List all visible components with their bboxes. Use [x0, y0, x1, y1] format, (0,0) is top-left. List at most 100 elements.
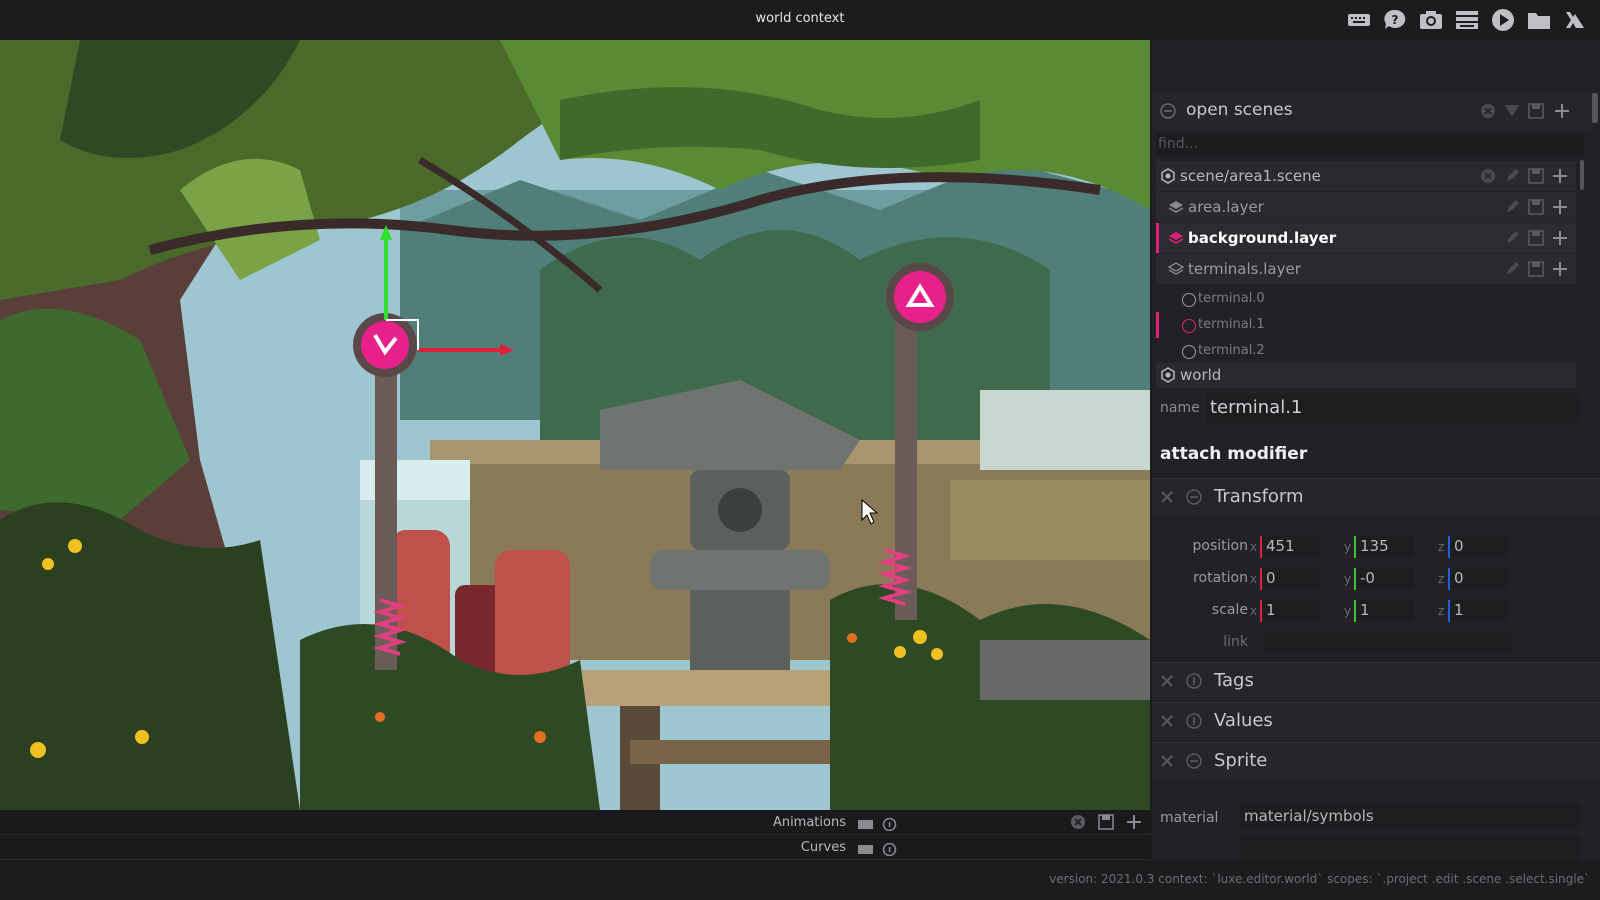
add-icon[interactable] [1552, 168, 1568, 184]
sprite-modifier-header[interactable]: Sprite [1152, 742, 1600, 780]
position-label: position [1192, 538, 1248, 554]
add-icon[interactable] [1552, 230, 1568, 246]
tree-item-label: world [1180, 366, 1222, 384]
save-icon[interactable] [1098, 814, 1114, 830]
scale-row: scale x 1 y 1 z 1 [1152, 596, 1600, 626]
scale-z-field[interactable]: 1 [1448, 600, 1508, 622]
info-icon[interactable] [1186, 673, 1202, 689]
remove-modifier-icon[interactable] [1160, 753, 1174, 767]
remove-modifier-icon[interactable] [1160, 673, 1174, 687]
sprite-property-field[interactable] [1240, 836, 1580, 860]
terminal-1-sprite[interactable] [353, 313, 417, 377]
close-circle-icon[interactable] [1070, 814, 1086, 830]
add-icon[interactable] [1552, 199, 1568, 215]
material-field[interactable]: material/symbols [1240, 804, 1580, 830]
tree-scrollbar[interactable] [1580, 160, 1584, 190]
axis-x-label: x [1250, 572, 1258, 586]
tree-item-label: terminals.layer [1188, 260, 1301, 278]
rotation-y-field[interactable]: -0 [1354, 568, 1414, 590]
save-icon[interactable] [1528, 103, 1544, 119]
save-icon[interactable] [1528, 261, 1544, 277]
save-icon[interactable] [1528, 230, 1544, 246]
entity-label: terminal.2 [1198, 343, 1265, 358]
save-icon[interactable] [1528, 199, 1544, 215]
entity-item-terminal-1[interactable]: terminal.1 [1156, 312, 1576, 338]
filter-icon[interactable] [1504, 103, 1520, 119]
entity-item-terminal-0[interactable]: terminal.0 [1156, 286, 1576, 312]
position-x-field[interactable]: 451 [1260, 536, 1320, 558]
camera-icon[interactable] [1418, 8, 1444, 32]
position-y-field[interactable]: 135 [1354, 536, 1414, 558]
entity-item-terminal-2[interactable]: terminal.2 [1156, 338, 1576, 364]
attach-modifier-heading[interactable]: attach modifier [1160, 444, 1307, 464]
remove-modifier-icon[interactable] [1160, 489, 1174, 503]
title-bar: world context ? [0, 0, 1600, 40]
timeline-label: Animations [772, 815, 846, 830]
tree-item-area-layer[interactable]: area.layer [1156, 192, 1576, 222]
link-field[interactable] [1264, 632, 1512, 654]
edit-icon[interactable] [1504, 199, 1520, 215]
svg-text:?: ? [1392, 13, 1399, 27]
info-icon[interactable] [882, 816, 897, 832]
add-icon[interactable] [1552, 261, 1568, 277]
inspector-panel: open scenes find... scene/area1.scene ar… [1152, 40, 1600, 860]
close-circle-icon[interactable] [1480, 168, 1496, 184]
scene-viewport[interactable] [0, 40, 1150, 810]
timeline-row-curves[interactable]: Curves [0, 835, 1150, 860]
rotation-x-field[interactable]: 0 [1260, 568, 1320, 590]
selection-indicator [1156, 312, 1159, 338]
add-icon[interactable] [1554, 103, 1570, 119]
status-bar: version: 2021.0.3 context: `luxe.editor.… [0, 860, 1600, 900]
scrollbar[interactable] [1592, 93, 1598, 123]
scale-x-field[interactable]: 1 [1260, 600, 1320, 622]
play-icon[interactable] [1490, 8, 1516, 32]
help-icon[interactable]: ? [1382, 8, 1408, 32]
modifier-title: Transform [1214, 486, 1304, 507]
position-z-field[interactable]: 0 [1448, 536, 1508, 558]
tree-item-label: background.layer [1188, 229, 1337, 247]
axis-y-label: y [1344, 604, 1352, 618]
name-input[interactable]: terminal.1 [1206, 393, 1580, 423]
tree-item-scene[interactable]: scene/area1.scene [1156, 161, 1576, 191]
luxe-logo-icon[interactable] [1562, 8, 1588, 32]
tree-item-background-layer[interactable]: background.layer [1156, 223, 1576, 253]
collapse-icon[interactable] [1160, 103, 1176, 119]
info-icon[interactable] [1186, 713, 1202, 729]
scene-canvas[interactable] [0, 40, 1150, 810]
rotation-z-field[interactable]: 0 [1448, 568, 1508, 590]
material-label: material [1160, 810, 1219, 826]
tree-item-world[interactable]: world [1156, 362, 1576, 388]
tags-modifier-header[interactable]: Tags [1152, 662, 1600, 700]
edit-icon[interactable] [1504, 230, 1520, 246]
film-icon[interactable] [858, 841, 873, 854]
save-icon[interactable] [1528, 168, 1544, 184]
transform-modifier-header[interactable]: Transform [1152, 478, 1600, 516]
rotation-row: rotation x 0 y -0 z 0 [1152, 564, 1600, 594]
collapse-icon[interactable] [1186, 489, 1202, 505]
layers-stack-icon[interactable] [1454, 8, 1480, 32]
timeline-row-animations[interactable]: Animations [0, 810, 1150, 835]
scene-search-input[interactable]: find... [1156, 133, 1584, 157]
collapse-icon[interactable] [1186, 753, 1202, 769]
scale-y-field[interactable]: 1 [1354, 600, 1414, 622]
edit-icon[interactable] [1504, 168, 1520, 184]
transform-properties: position x 451 y 135 z 0 rotation x 0 y … [1152, 518, 1600, 660]
close-circle-icon[interactable] [1480, 103, 1496, 119]
edit-icon[interactable] [1504, 261, 1520, 277]
remove-modifier-icon[interactable] [1160, 713, 1174, 727]
add-icon[interactable] [1126, 814, 1142, 830]
keyboard-icon[interactable] [1346, 8, 1372, 32]
terminal-2-sprite[interactable] [886, 263, 954, 331]
axis-z-label: z [1438, 604, 1445, 618]
open-scenes-header[interactable]: open scenes [1152, 92, 1592, 130]
folder-icon[interactable] [1526, 8, 1552, 32]
tree-item-label: area.layer [1188, 198, 1264, 216]
film-icon[interactable] [858, 816, 873, 829]
info-icon[interactable] [882, 841, 897, 857]
status-text: version: 2021.0.3 context: `luxe.editor.… [1049, 872, 1590, 886]
axis-x-label: x [1250, 540, 1258, 554]
layers-outline-icon [1167, 261, 1185, 277]
tree-item-terminals-layer[interactable]: terminals.layer [1156, 254, 1576, 284]
values-modifier-header[interactable]: Values [1152, 702, 1600, 740]
rotation-label: rotation [1193, 570, 1248, 586]
